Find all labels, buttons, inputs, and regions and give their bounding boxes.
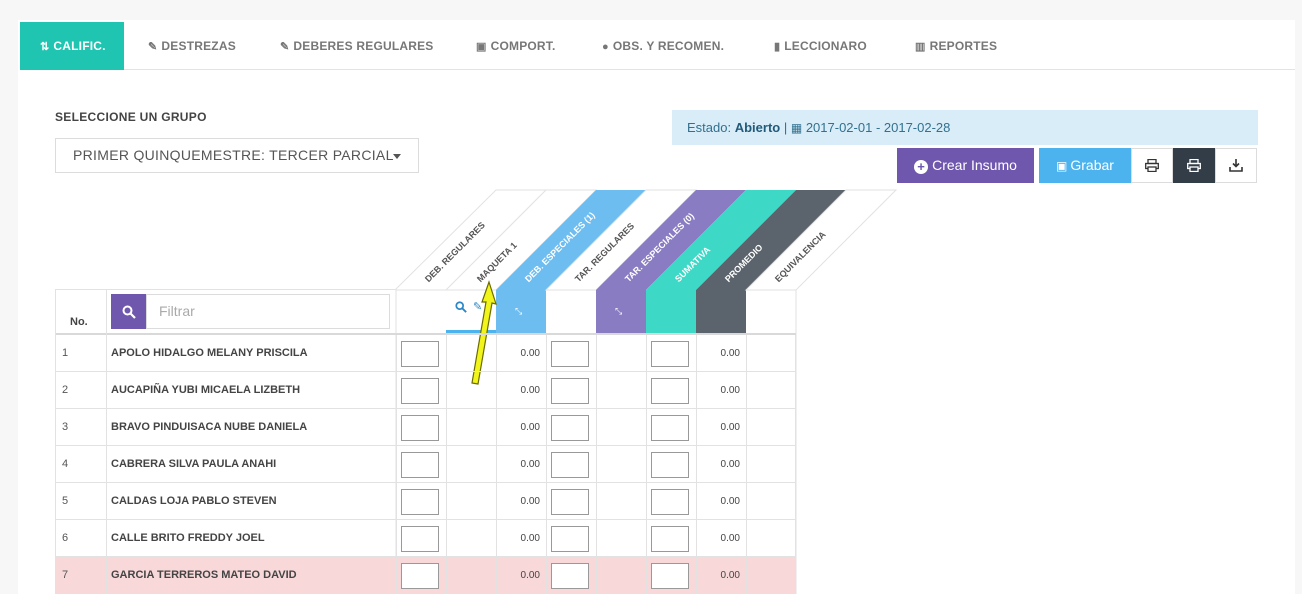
table-row: 5 CALDAS LOJA PABLO STEVEN 0.00 0.00 — [55, 483, 796, 520]
no-header: No. — [70, 316, 88, 328]
table-row: 2 AUCAPIÑA YUBI MICAELA LIZBETH 0.00 0.0… — [55, 372, 796, 409]
deb-especiales-value: 0.00 — [520, 422, 540, 433]
sumativa-input[interactable] — [651, 563, 689, 589]
deb-regulares-input[interactable] — [401, 452, 439, 478]
deb-regulares-input[interactable] — [401, 341, 439, 367]
sumativa-input[interactable] — [651, 415, 689, 441]
row-number: 6 — [62, 532, 69, 544]
student-name: CALDAS LOJA PABLO STEVEN — [111, 495, 277, 507]
deb-especiales-value: 0.00 — [520, 533, 540, 544]
table-row: 3 BRAVO PINDUISACA NUBE DANIELA 0.00 0.0… — [55, 409, 796, 446]
sumativa-input[interactable] — [651, 378, 689, 404]
student-name: APOLO HIDALGO MELANY PRISCILA — [111, 347, 308, 359]
filter-search-button[interactable] — [111, 294, 146, 329]
row-number: 2 — [62, 384, 69, 396]
promedio-value: 0.00 — [720, 385, 740, 396]
maqueta-edit-icon[interactable]: ✎ — [473, 300, 482, 313]
tar-regulares-input[interactable] — [551, 452, 589, 478]
deb-regulares-input[interactable] — [401, 489, 439, 515]
tar-regulares-input[interactable] — [551, 341, 589, 367]
student-name: BRAVO PINDUISACA NUBE DANIELA — [111, 421, 308, 433]
tar-regulares-input[interactable] — [551, 526, 589, 552]
tar-regulares-input[interactable] — [551, 489, 589, 515]
table-row: 4 CABRERA SILVA PAULA ANAHI 0.00 0.00 — [55, 446, 796, 483]
promedio-value: 0.00 — [720, 496, 740, 507]
table-row: 7 GARCIA TERREROS MATEO DAVID 0.00 0.00 — [55, 557, 796, 594]
student-name: CALLE BRITO FREDDY JOEL — [111, 532, 265, 544]
student-name: GARCIA TERREROS MATEO DAVID — [111, 569, 297, 581]
table-row: 1 APOLO HIDALGO MELANY PRISCILA 0.00 0.0… — [55, 335, 796, 372]
sumativa-input[interactable] — [651, 526, 689, 552]
deb-regulares-input[interactable] — [401, 526, 439, 552]
deb-especiales-value: 0.00 — [520, 570, 540, 581]
deb-especiales-value: 0.00 — [520, 459, 540, 470]
filter-input[interactable]: Filtrar — [146, 294, 390, 329]
tar-regulares-input[interactable] — [551, 563, 589, 589]
deb-regulares-input[interactable] — [401, 378, 439, 404]
row-number: 4 — [62, 458, 69, 470]
deb-especiales-value: 0.00 — [520, 348, 540, 359]
promedio-value: 0.00 — [720, 570, 740, 581]
search-icon — [122, 305, 136, 319]
sumativa-input[interactable] — [651, 452, 689, 478]
row-number: 3 — [62, 421, 69, 433]
sumativa-input[interactable] — [651, 489, 689, 515]
row-number: 1 — [62, 347, 69, 359]
student-name: CABRERA SILVA PAULA ANAHI — [111, 458, 277, 470]
row-number: 7 — [62, 569, 69, 581]
tar-regulares-input[interactable] — [551, 378, 589, 404]
deb-regulares-input[interactable] — [401, 415, 439, 441]
table-header-row: No. Filtrar ✎ — [55, 289, 796, 335]
deb-regulares-input[interactable] — [401, 563, 439, 589]
table-row: 6 CALLE BRITO FREDDY JOEL 0.00 0.00 — [55, 520, 796, 557]
promedio-value: 0.00 — [720, 422, 740, 433]
promedio-value: 0.00 — [720, 459, 740, 470]
row-number: 5 — [62, 495, 69, 507]
tar-regulares-input[interactable] — [551, 415, 589, 441]
student-name: AUCAPIÑA YUBI MICAELA LIZBETH — [111, 384, 301, 396]
sumativa-input[interactable] — [651, 341, 689, 367]
promedio-value: 0.00 — [720, 348, 740, 359]
page: ⇅ CALIFIC. ✎ DESTREZAS ✎ DEBERES REGULARES … — [0, 0, 1302, 594]
deb-especiales-value: 0.00 — [520, 496, 540, 507]
promedio-value: 0.00 — [720, 533, 740, 544]
maqueta-search-icon[interactable] — [455, 301, 467, 316]
deb-especiales-value: 0.00 — [520, 385, 540, 396]
